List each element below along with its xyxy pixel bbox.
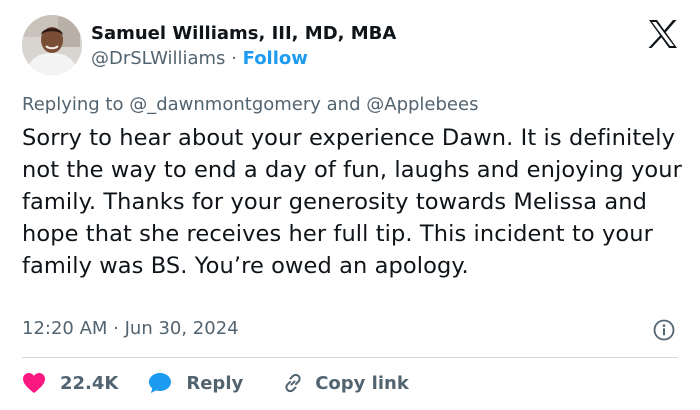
like-count: 22.4K: [60, 372, 119, 394]
speech-bubble-icon: [149, 373, 172, 393]
link-icon: [285, 373, 301, 393]
reply-context-conjunction: and: [326, 94, 361, 115]
x-logo-icon[interactable]: [648, 20, 678, 48]
author-handle-row: @DrSLWilliams · Follow: [91, 47, 396, 71]
avatar-image: [22, 15, 82, 75]
heart-icon: [23, 373, 45, 393]
author-display-name[interactable]: Samuel Williams, III, MD, MBA: [91, 22, 396, 46]
tweet-text: Sorry to hear about your experience Dawn…: [22, 125, 682, 279]
avatar[interactable]: [22, 15, 82, 75]
copy-link-button[interactable]: Copy link: [281, 371, 409, 395]
copy-link-label: Copy link: [315, 372, 409, 394]
reply-context: Replying to @_dawnmontgomery and @Appleb…: [22, 93, 478, 117]
reply-mention-dawnmontgomery[interactable]: @_dawnmontgomery: [129, 94, 321, 115]
reply-context-prefix: Replying to: [22, 94, 124, 115]
tweet-card: Samuel Williams, III, MD, MBA @DrSLWilli…: [0, 0, 700, 410]
tweet-actions: 22.4K Reply Copy link: [22, 368, 409, 398]
follow-button[interactable]: Follow: [243, 48, 308, 69]
reply-button[interactable]: Reply: [148, 372, 243, 394]
author-info: Samuel Williams, III, MD, MBA @DrSLWilli…: [91, 22, 396, 71]
reply-mention-applebees[interactable]: @Applebees: [366, 94, 478, 115]
tweet-timestamp[interactable]: 12:20 AM · Jun 30, 2024: [22, 317, 239, 341]
info-icon[interactable]: [653, 319, 675, 341]
author-handle[interactable]: @DrSLWilliams: [91, 48, 225, 69]
handle-separator: ·: [231, 48, 237, 69]
reply-label: Reply: [186, 372, 244, 394]
divider: [22, 357, 678, 358]
like-button[interactable]: 22.4K: [22, 372, 118, 394]
